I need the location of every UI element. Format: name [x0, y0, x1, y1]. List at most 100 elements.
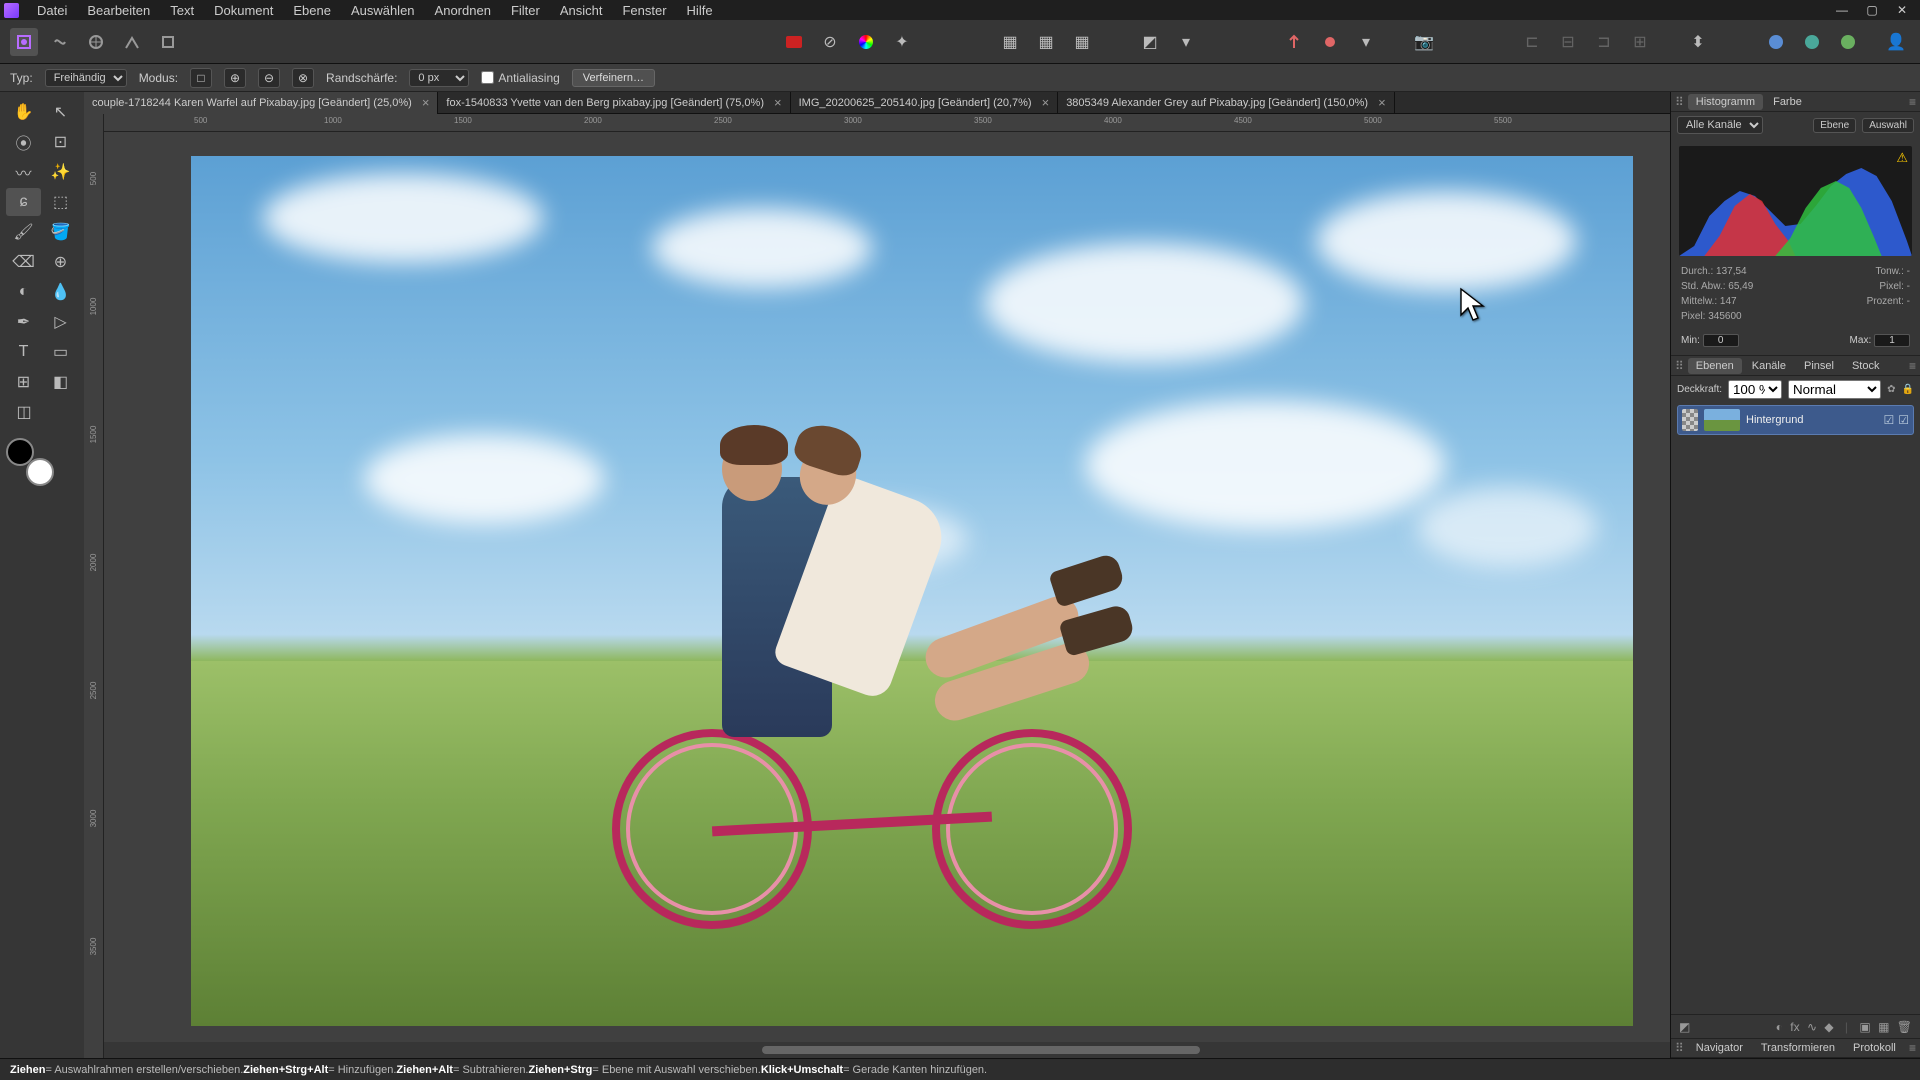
menu-fenster[interactable]: Fenster: [612, 3, 676, 18]
liquify-persona-button[interactable]: [46, 28, 74, 56]
document-tab[interactable]: fox-1540833 Yvette van den Berg pixabay.…: [438, 92, 790, 114]
blur-tool[interactable]: 💧: [43, 278, 78, 306]
tab-close-icon[interactable]: ×: [422, 95, 430, 110]
horizontal-scrollbar[interactable]: [104, 1042, 1670, 1058]
panel-options-icon[interactable]: ≡: [1909, 95, 1916, 109]
navigator-tab[interactable]: Navigator: [1688, 1040, 1751, 1056]
quickmask-button[interactable]: ◩: [1136, 28, 1164, 56]
channels-tab[interactable]: Kanäle: [1744, 358, 1794, 374]
mesh-tool[interactable]: ⊞: [6, 368, 41, 396]
gradient-tool[interactable]: ◧: [43, 368, 78, 396]
layer-link-icon[interactable]: ☑: [1883, 413, 1894, 427]
canvas-area[interactable]: [104, 132, 1670, 1042]
transform-tab[interactable]: Transformieren: [1753, 1040, 1843, 1056]
move-tool[interactable]: ↖: [43, 98, 78, 126]
addlayer-button[interactable]: ▦: [1878, 1020, 1889, 1034]
tab-close-icon[interactable]: ×: [774, 95, 782, 110]
sample-icon[interactable]: ✦: [888, 28, 916, 56]
crop-tool[interactable]: ⊡: [43, 128, 78, 156]
layer-item[interactable]: Hintergrund ☑ ☑: [1677, 405, 1914, 435]
tag-button[interactable]: ◆: [1824, 1020, 1833, 1034]
layer-scope-button[interactable]: Ebene: [1813, 118, 1856, 133]
export-persona-button[interactable]: [154, 28, 182, 56]
fill-tool[interactable]: 🪣: [43, 218, 78, 246]
document-tab[interactable]: IMG_20200625_205140.jpg [Geändert] (20,7…: [791, 92, 1059, 114]
menu-auswählen[interactable]: Auswählen: [341, 3, 425, 18]
panel-menu-icon[interactable]: ⠿: [1675, 359, 1684, 373]
histogram-tab[interactable]: Histogramm: [1688, 94, 1763, 110]
selection-scope-button[interactable]: Auswahl: [1862, 118, 1914, 133]
feather-select[interactable]: 0 px: [409, 69, 469, 87]
no-fill-icon[interactable]: ⊘: [816, 28, 844, 56]
panel-options-icon[interactable]: ≡: [1909, 1041, 1916, 1055]
node-tool[interactable]: ▷: [43, 308, 78, 336]
menu-anordnen[interactable]: Anordnen: [425, 3, 501, 18]
min-input[interactable]: [1703, 334, 1739, 347]
snap-button[interactable]: [1280, 28, 1308, 56]
dodge-tool[interactable]: ◐: [6, 278, 41, 306]
refine-button[interactable]: Verfeinern…: [572, 69, 655, 87]
mode-sub-button[interactable]: ⊖: [258, 68, 280, 88]
layer-visibility-icon[interactable]: ☑: [1898, 413, 1909, 427]
antialias-checkbox[interactable]: Antialiasing: [481, 71, 559, 85]
blendmode-select[interactable]: Normal: [1788, 380, 1881, 399]
magic-wand-tool[interactable]: ✨: [43, 158, 78, 186]
mode-add-button[interactable]: ⊕: [224, 68, 246, 88]
mode-new-button[interactable]: □: [190, 68, 212, 88]
close-button[interactable]: ✕: [1888, 1, 1916, 19]
selection-brush-tool[interactable]: 〰: [6, 158, 41, 186]
stock-blue-icon[interactable]: [1762, 28, 1790, 56]
livefilter-button[interactable]: ∿: [1807, 1020, 1817, 1034]
menu-bearbeiten[interactable]: Bearbeiten: [77, 3, 160, 18]
mode-intersect-button[interactable]: ⊗: [292, 68, 314, 88]
layers-tab[interactable]: Ebenen: [1688, 358, 1742, 374]
brushes-tab[interactable]: Pinsel: [1796, 358, 1842, 374]
color-wheel-icon[interactable]: [852, 28, 880, 56]
tab-close-icon[interactable]: ×: [1042, 95, 1050, 110]
tonemap-persona-button[interactable]: [118, 28, 146, 56]
stock-teal-icon[interactable]: [1798, 28, 1826, 56]
view-tool[interactable]: ◫: [6, 398, 42, 426]
pen-tool[interactable]: ✒: [6, 308, 41, 336]
menu-hilfe[interactable]: Hilfe: [677, 3, 723, 18]
document-tab[interactable]: couple-1718244 Karen Warfel auf Pixabay.…: [84, 92, 438, 114]
panel-menu-icon[interactable]: ⠿: [1675, 1041, 1684, 1055]
photo-persona-button[interactable]: [10, 28, 38, 56]
maximize-button[interactable]: ▢: [1858, 1, 1886, 19]
channel-select[interactable]: Alle Kanäle: [1677, 116, 1763, 134]
max-input[interactable]: [1874, 334, 1910, 347]
panel-menu-icon[interactable]: ⠿: [1675, 95, 1684, 109]
menu-ansicht[interactable]: Ansicht: [550, 3, 613, 18]
type-select[interactable]: Freihändig: [45, 69, 127, 87]
tab-close-icon[interactable]: ×: [1378, 95, 1386, 110]
menu-dokument[interactable]: Dokument: [204, 3, 283, 18]
fx-button[interactable]: fx: [1790, 1020, 1799, 1034]
color-swatches[interactable]: [6, 438, 54, 486]
hand-tool[interactable]: ✋: [6, 98, 41, 126]
history-tab[interactable]: Protokoll: [1845, 1040, 1904, 1056]
stock-green-icon[interactable]: [1834, 28, 1862, 56]
opacity-select[interactable]: 100 %: [1728, 380, 1782, 399]
color-swatch-icon[interactable]: [780, 28, 808, 56]
account-icon[interactable]: 👤: [1882, 28, 1910, 56]
shape-tool[interactable]: ▭: [43, 338, 78, 366]
fx-icon[interactable]: ✿: [1887, 384, 1895, 395]
develop-persona-button[interactable]: [82, 28, 110, 56]
stock-tab[interactable]: Stock: [1844, 358, 1888, 374]
arrange-button[interactable]: ⬍: [1684, 28, 1712, 56]
minimize-button[interactable]: —: [1828, 1, 1856, 19]
clone-tool[interactable]: ⊕: [43, 248, 78, 276]
delete-button[interactable]: 🗑: [1897, 1020, 1912, 1034]
group-button[interactable]: ▣: [1859, 1020, 1870, 1034]
panel-options-icon[interactable]: ≡: [1909, 359, 1916, 373]
snap-options[interactable]: [1316, 28, 1344, 56]
document-tab[interactable]: 3805349 Alexander Grey auf Pixabay.jpg […: [1058, 92, 1394, 114]
erase-tool[interactable]: ⌫: [6, 248, 41, 276]
lock-icon[interactable]: 🔒: [1902, 384, 1914, 395]
adjustment-button[interactable]: ◐: [1776, 1020, 1783, 1034]
dropdown-icon[interactable]: ▾: [1352, 28, 1380, 56]
selection-new-icon[interactable]: ▦: [996, 28, 1024, 56]
mask-button[interactable]: ◩: [1679, 1020, 1690, 1034]
foreground-color-swatch[interactable]: [6, 438, 34, 466]
color-tab[interactable]: Farbe: [1765, 94, 1810, 110]
